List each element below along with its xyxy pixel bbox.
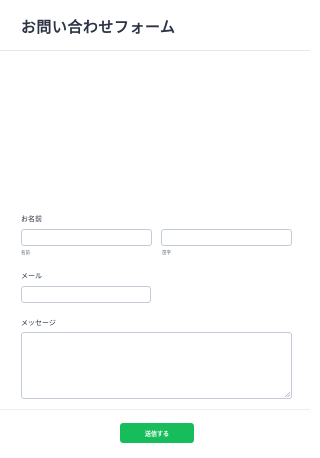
email-input[interactable] bbox=[21, 286, 151, 303]
form-header: お問い合わせフォーム bbox=[0, 0, 310, 51]
contact-form-page: お問い合わせフォーム お名前 名前 苗字 メール メッセージ 送信する bbox=[0, 0, 310, 458]
first-name-sublabel: 名前 bbox=[21, 251, 30, 256]
first-name-input[interactable] bbox=[21, 229, 152, 246]
submit-button[interactable]: 送信する bbox=[120, 423, 194, 443]
name-label: お名前 bbox=[21, 215, 42, 223]
message-textarea[interactable] bbox=[21, 332, 292, 399]
resize-handle-icon[interactable] bbox=[285, 392, 290, 397]
last-name-input[interactable] bbox=[161, 229, 292, 246]
email-label: メール bbox=[21, 272, 42, 280]
form-footer: 送信する bbox=[0, 409, 310, 458]
form-title: お問い合わせフォーム bbox=[21, 18, 176, 36]
last-name-sublabel: 苗字 bbox=[162, 251, 171, 256]
message-label: メッセージ bbox=[21, 319, 56, 327]
